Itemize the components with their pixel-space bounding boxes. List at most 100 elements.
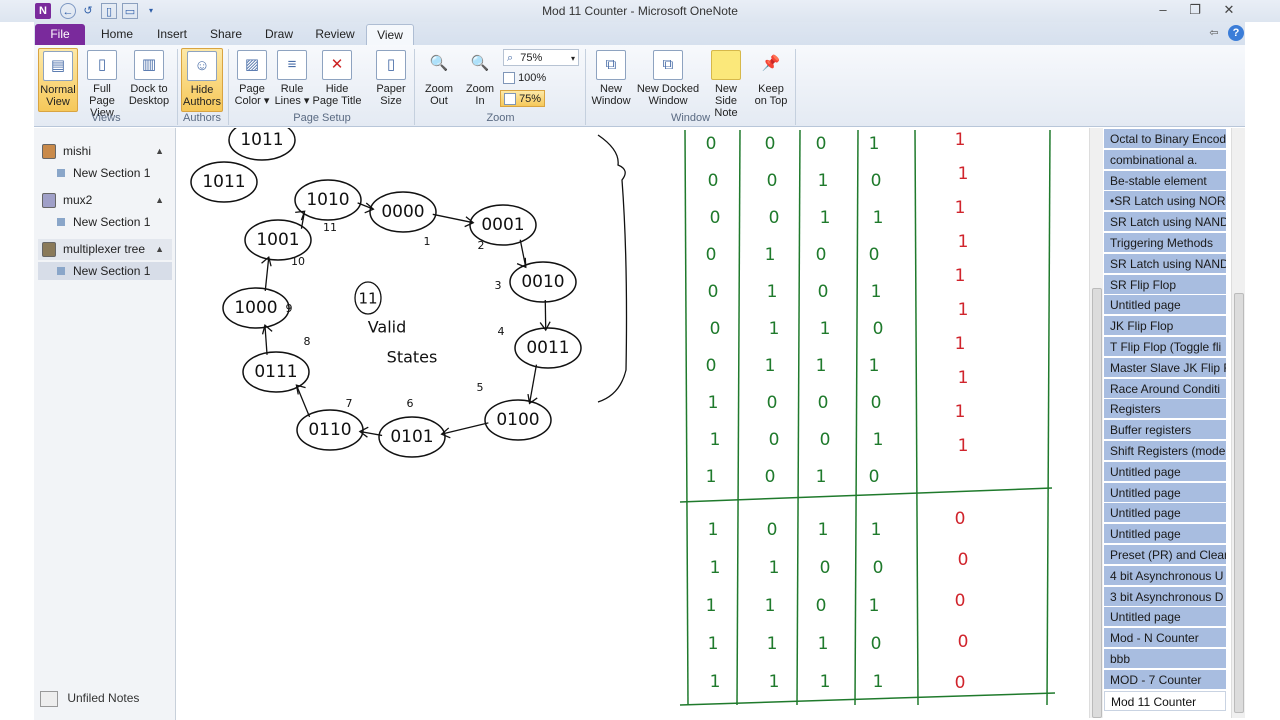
page-tab[interactable]: Registers: [1104, 399, 1226, 420]
tab-file[interactable]: File: [35, 24, 85, 45]
page-tab[interactable]: combinational a.: [1104, 149, 1226, 170]
minimize-button[interactable]: –: [1148, 1, 1178, 19]
zoom-combo[interactable]: ⌕ 75% ▾: [503, 49, 579, 66]
keep-on-top-button[interactable]: 📌 Keep on Top: [752, 48, 790, 112]
reset-bit: 0: [955, 509, 966, 529]
normal-view-button[interactable]: ▤ Normal View: [38, 48, 78, 112]
page-tab[interactable]: Untitled page: [1104, 482, 1226, 503]
section-new-section-1[interactable]: New Section 1: [38, 164, 172, 182]
zoom-in-button[interactable]: 🔍 Zoom In: [462, 48, 498, 112]
zoom-100-button[interactable]: 100%: [503, 70, 553, 87]
hide-page-title-button[interactable]: ✕ Hide Page Title: [312, 48, 362, 112]
page-canvas[interactable]: 0000 0001 0010 0011 0100 0101 0110 0111 1000 1001…: [181, 128, 1089, 720]
page-tab[interactable]: Race Around Conditi: [1104, 378, 1226, 399]
brace: [597, 134, 628, 403]
authors-group-label: Authors: [183, 112, 221, 124]
page-tab[interactable]: Master Slave JK Flip Fl: [1104, 357, 1226, 378]
tab-insert[interactable]: Insert: [150, 24, 194, 45]
table-column-line: [1046, 129, 1051, 706]
scrollbar-thumb[interactable]: [1234, 293, 1244, 713]
page-tab[interactable]: Be-stable element: [1104, 170, 1226, 191]
tab-view[interactable]: View: [366, 24, 414, 45]
zoom-out-button[interactable]: 🔍 Zoom Out: [420, 48, 458, 112]
page-color-button[interactable]: ▨ Page Color ▾: [232, 48, 272, 112]
reset-bit: 0: [955, 591, 966, 611]
tab-review[interactable]: Review: [310, 24, 360, 45]
state-label: 0000: [381, 202, 424, 222]
page-tab[interactable]: 4 bit Asynchronous U: [1104, 565, 1226, 586]
reset-bit: 1: [955, 198, 966, 218]
notebook-multiplexer-tree[interactable]: multiplexer tree ▲: [38, 239, 172, 260]
close-button[interactable]: ✕: [1214, 1, 1244, 19]
notebook-navigation-pane: mishi ▲ New Section 1 mux2 ▲ New Section…: [34, 128, 176, 720]
page-tab[interactable]: SR Flip Flop: [1104, 274, 1226, 295]
scrollbar-thumb[interactable]: [1092, 288, 1102, 718]
truth-table-bit: 1: [710, 430, 721, 450]
title-bar: N ← ↺ ▯ ▭ ▾ Mod 11 Counter - Microsoft O…: [0, 0, 1280, 22]
help-icon[interactable]: ?: [1228, 25, 1244, 41]
reset-bit: 1: [958, 232, 969, 252]
pin-icon[interactable]: ⇦: [1206, 25, 1222, 41]
chevron-up-icon[interactable]: ▲: [155, 190, 164, 211]
hide-authors-button[interactable]: ☺ Hide Authors: [181, 48, 223, 112]
zoom-75-button[interactable]: 75%: [500, 90, 545, 107]
new-docked-window-button[interactable]: ⧉ New Docked Window: [636, 48, 700, 112]
section-new-section-1-selected[interactable]: New Section 1: [38, 262, 172, 280]
truth-table-bit: 0: [869, 245, 880, 265]
state-number: 3: [495, 279, 502, 292]
dock-to-desktop-button[interactable]: ▥ Dock to Desktop: [126, 48, 172, 112]
pages-scrollbar[interactable]: [1231, 128, 1245, 718]
page-tab[interactable]: Triggering Methods: [1104, 233, 1226, 253]
page-tab-selected[interactable]: Mod 11 Counter: [1104, 690, 1226, 711]
tab-home[interactable]: Home: [96, 24, 138, 45]
chevron-up-icon[interactable]: ▲: [155, 239, 164, 260]
page-tab[interactable]: JK Flip Flop: [1104, 316, 1226, 337]
paper-size-button[interactable]: ▯ Paper Size: [372, 48, 410, 112]
page-tab[interactable]: Mod - N Counter: [1104, 628, 1226, 649]
notebook-mux2[interactable]: mux2 ▲: [38, 190, 172, 211]
truth-table-bit: 0: [871, 171, 882, 191]
new-side-note-button[interactable]: New Side Note: [703, 48, 749, 119]
page-tab[interactable]: Untitled page: [1104, 607, 1226, 628]
rule-lines-button[interactable]: ≡ Rule Lines ▾: [273, 48, 311, 112]
pushpin-icon: 📌: [761, 55, 781, 72]
reset-bit: 0: [955, 673, 966, 693]
section-tab-icon: [57, 267, 65, 275]
page-tab[interactable]: MOD - 7 Counter: [1104, 669, 1226, 690]
page-tab[interactable]: SR Latch using NAND: [1104, 253, 1226, 274]
page-tab[interactable]: Buffer registers: [1104, 420, 1226, 441]
new-window-button[interactable]: ⧉ New Window: [590, 48, 632, 112]
page-tab[interactable]: Untitled page: [1104, 524, 1226, 545]
page-tab[interactable]: Octal to Binary Encod: [1104, 129, 1226, 149]
reset-bit: 0: [958, 632, 969, 652]
truth-table-bit: 0: [871, 393, 882, 413]
page-tab[interactable]: T Flip Flop (Toggle fli: [1104, 337, 1226, 357]
truth-table-bit: 1: [765, 356, 776, 376]
tab-share[interactable]: Share: [204, 24, 248, 45]
notebook-mishi[interactable]: mishi ▲: [38, 141, 172, 162]
page-tab[interactable]: Preset (PR) and Clear: [1104, 545, 1226, 565]
tab-draw[interactable]: Draw: [258, 24, 300, 45]
zoom-out-icon: 🔍: [429, 55, 449, 72]
truth-table-bit: 1: [818, 171, 829, 191]
table-column-line: [796, 129, 801, 706]
canvas-scrollbar[interactable]: [1089, 128, 1103, 718]
state-number: 6: [407, 397, 414, 410]
maximize-button[interactable]: ❐: [1180, 1, 1210, 19]
page-tab[interactable]: 3 bit Asynchronous D: [1104, 586, 1226, 607]
page-tab[interactable]: Untitled page: [1104, 461, 1226, 482]
rule-lines-icon: ≡: [277, 50, 307, 80]
page-tab[interactable]: Untitled page: [1104, 503, 1226, 524]
full-page-view-button[interactable]: ▯ Full Page View: [79, 48, 125, 119]
page-tab[interactable]: •SR Latch using NOR: [1104, 191, 1226, 212]
chevron-up-icon[interactable]: ▲: [155, 141, 164, 162]
unfiled-notes-link[interactable]: Unfiled Notes: [40, 691, 139, 707]
page-tab[interactable]: Untitled page: [1104, 295, 1226, 316]
reset-bit: 1: [958, 368, 969, 388]
page-tab[interactable]: SR Latch using NAND: [1104, 212, 1226, 233]
section-new-section-1[interactable]: New Section 1: [38, 213, 172, 231]
page-tab[interactable]: Shift Registers (mode: [1104, 441, 1226, 461]
page-tab[interactable]: bbb: [1104, 649, 1226, 669]
views-group-label: Views: [91, 112, 121, 124]
truth-table-bit: 1: [708, 393, 719, 413]
